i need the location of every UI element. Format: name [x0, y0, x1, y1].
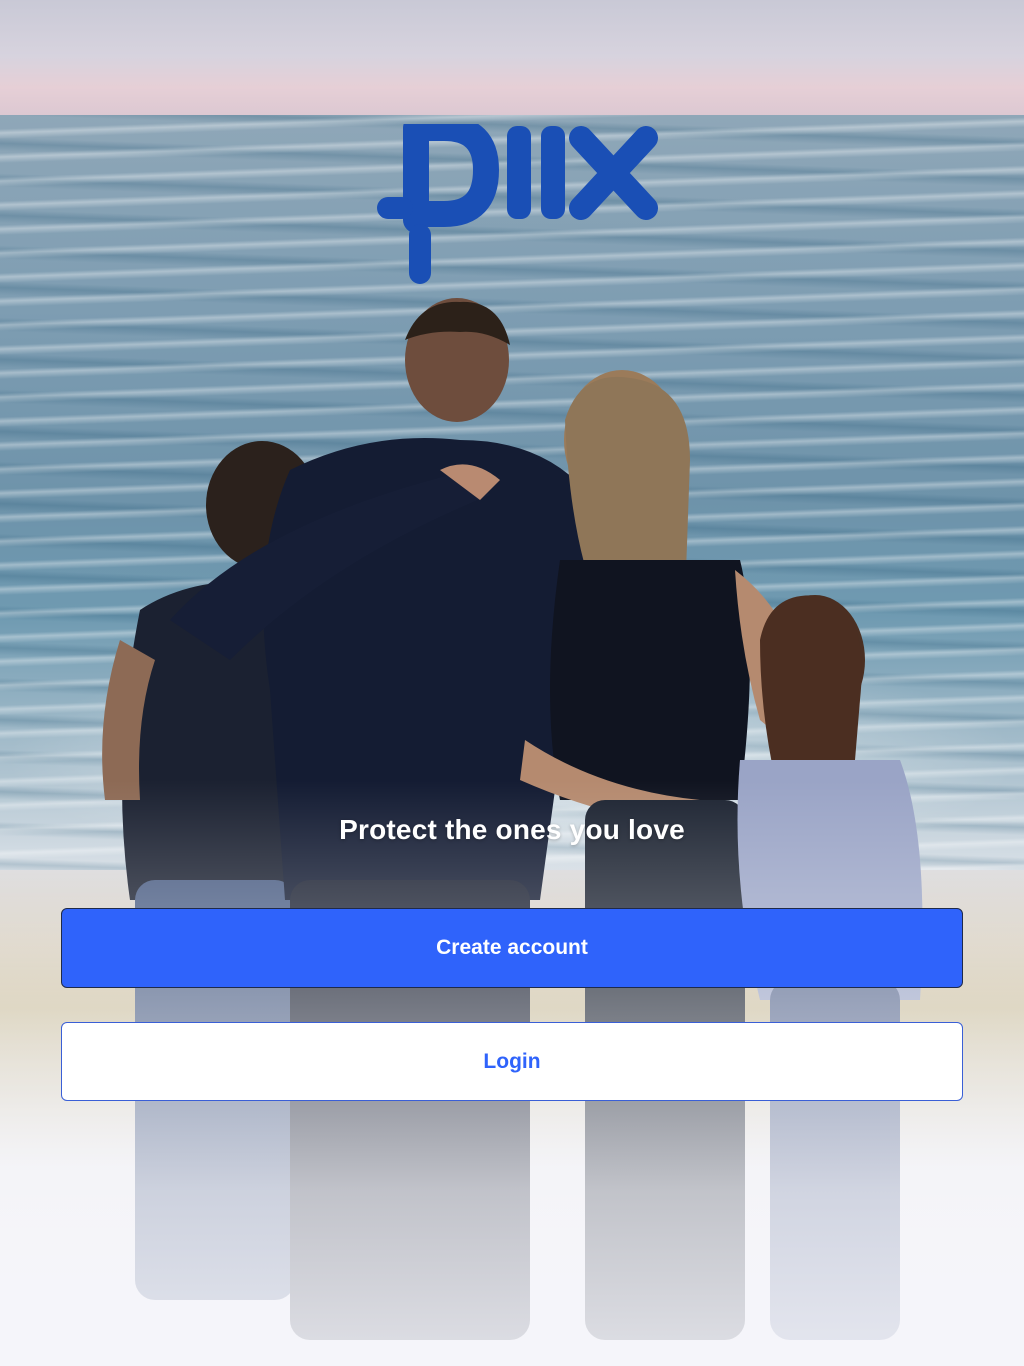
login-label: Login [483, 1049, 541, 1073]
create-account-button[interactable]: Create account [61, 908, 963, 988]
create-account-label: Create account [436, 936, 588, 959]
tagline: Protect the ones you love [339, 814, 685, 845]
piix-logo [377, 124, 658, 284]
welcome-screen: Protect the ones you love Create account… [0, 0, 1024, 1366]
mother-body [550, 560, 750, 800]
login-button[interactable]: Login [61, 1022, 963, 1101]
